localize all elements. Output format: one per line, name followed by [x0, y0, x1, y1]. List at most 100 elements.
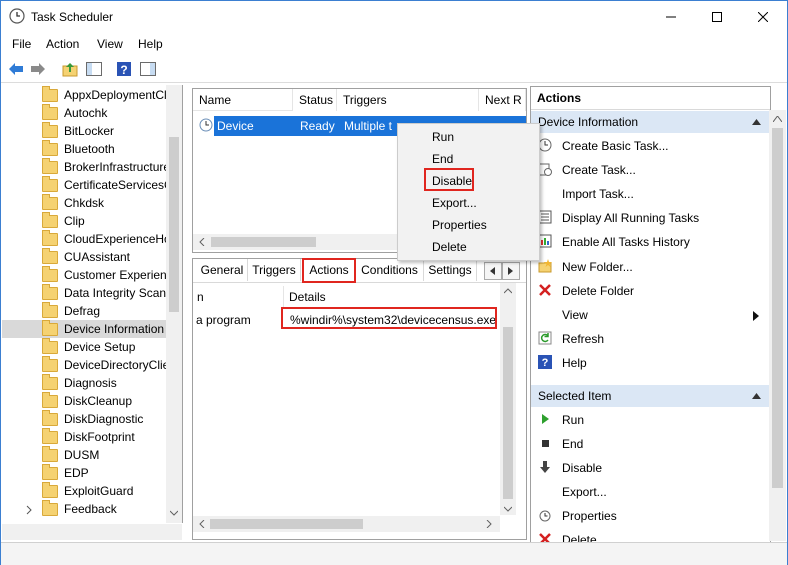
tree-item[interactable]: CUAssistant: [2, 248, 172, 266]
tree-item[interactable]: Data Integrity Scan: [2, 284, 172, 302]
action-new-folder[interactable]: New Folder...: [531, 255, 763, 279]
action-label: Disable: [562, 461, 603, 475]
action-create-basic-task[interactable]: Create Basic Task...: [531, 134, 763, 158]
detail-hscroll-thumb[interactable]: [210, 519, 363, 529]
scroll-down-arrow-icon[interactable]: [504, 505, 512, 513]
group-selected-item[interactable]: Selected Item: [531, 385, 770, 407]
action-display-running-tasks[interactable]: Display All Running Tasks: [531, 206, 763, 230]
action-disable[interactable]: Disable: [531, 456, 763, 480]
actions-scroll-thumb[interactable]: [772, 128, 783, 488]
group-device-information[interactable]: Device Information: [531, 111, 770, 133]
action-label: Export...: [562, 485, 607, 499]
tree-item[interactable]: Autochk: [2, 104, 172, 122]
tree-item[interactable]: DiskDiagnostic: [2, 410, 172, 428]
up-folder-icon[interactable]: [61, 60, 79, 78]
tab-scroll-right[interactable]: [502, 262, 520, 280]
col-next-run[interactable]: Next R: [479, 89, 526, 111]
help-icon[interactable]: ?: [115, 60, 133, 78]
tree-item[interactable]: Defrag: [2, 302, 172, 320]
menu-file[interactable]: File: [12, 37, 31, 51]
tree-item[interactable]: EDP: [2, 464, 172, 482]
action-properties[interactable]: Properties: [531, 504, 763, 528]
tree-scroll-thumb[interactable]: [169, 137, 179, 312]
actions-vscrollbar[interactable]: [769, 110, 786, 541]
scroll-down-arrow-icon[interactable]: [170, 509, 178, 517]
tree-item[interactable]: DUSM: [2, 446, 172, 464]
action-details-highlight: [281, 307, 497, 329]
action-export[interactable]: Export...: [531, 480, 763, 504]
scroll-up-arrow-icon[interactable]: [504, 287, 512, 295]
tree-item[interactable]: BrokerInfrastructure: [2, 158, 172, 176]
tree-item[interactable]: Diagnosis: [2, 374, 172, 392]
task-list-scroll-thumb[interactable]: [211, 237, 316, 247]
close-button[interactable]: [740, 1, 786, 33]
tree-item[interactable]: DeviceDirectoryClie: [2, 356, 172, 374]
expand-chevron-icon[interactable]: [25, 505, 33, 515]
tree-item[interactable]: Clip: [2, 212, 172, 230]
tree-item[interactable]: Chkdsk: [2, 194, 172, 212]
tree-item[interactable]: DiskFootprint: [2, 428, 172, 446]
tree-item[interactable]: Device Information: [2, 320, 172, 338]
tab-triggers[interactable]: Triggers: [248, 259, 301, 281]
folder-icon: [42, 320, 58, 336]
show-hide-action-pane-icon[interactable]: [139, 60, 157, 78]
tree-scrollbar[interactable]: [166, 85, 182, 523]
clock-icon: [9, 8, 25, 24]
status-bar: [1, 542, 787, 565]
tree-item[interactable]: DiskCleanup: [2, 392, 172, 410]
forward-arrow-icon[interactable]: [29, 60, 47, 78]
scroll-up-arrow-icon[interactable]: [773, 116, 782, 122]
maximize-button[interactable]: [694, 1, 740, 33]
tree-item[interactable]: BitLocker: [2, 122, 172, 140]
col-status[interactable]: Status: [293, 89, 337, 111]
show-hide-console-tree-icon[interactable]: [85, 60, 103, 78]
action-label: Properties: [562, 509, 617, 523]
tree-horizontal-scrollbar[interactable]: [2, 524, 182, 540]
col-triggers[interactable]: Triggers: [337, 89, 479, 111]
action-end[interactable]: End: [531, 432, 763, 456]
folder-icon: [42, 230, 58, 246]
tree-item[interactable]: Bluetooth: [2, 140, 172, 158]
tree-item-label: Device Setup: [64, 340, 136, 354]
submenu-arrow-icon: [753, 310, 759, 324]
tree-item-label: BitLocker: [64, 124, 115, 138]
action-enable-history[interactable]: Enable All Tasks History: [531, 230, 763, 254]
tab-conditions[interactable]: Conditions: [356, 259, 424, 281]
action-refresh[interactable]: Refresh: [531, 327, 763, 351]
scroll-right-arrow-icon[interactable]: [485, 520, 493, 528]
action-help[interactable]: ? Help: [531, 351, 763, 375]
menu-action[interactable]: Action: [46, 37, 79, 51]
detail-hscrollbar[interactable]: [193, 516, 500, 532]
detail-scroll-thumb[interactable]: [503, 327, 513, 499]
col-name[interactable]: Name: [193, 89, 293, 111]
action-label: New Folder...: [562, 260, 633, 274]
action-delete[interactable]: Delete: [531, 528, 763, 542]
ctx-properties[interactable]: Properties: [432, 218, 487, 232]
folder-icon: [42, 446, 58, 462]
tab-scroll-left[interactable]: [484, 262, 502, 280]
scroll-left-arrow-icon[interactable]: [198, 238, 206, 246]
tree-item[interactable]: ExploitGuard: [2, 482, 172, 500]
action-import-task[interactable]: Import Task...: [531, 182, 763, 206]
tree-item[interactable]: Device Setup: [2, 338, 172, 356]
tree-item[interactable]: Customer Experienc: [2, 266, 173, 284]
tree-item[interactable]: AppxDeploymentCl: [2, 86, 172, 104]
action-create-task[interactable]: Create Task...: [531, 158, 763, 182]
minimize-button[interactable]: [648, 1, 694, 33]
action-delete-folder[interactable]: Delete Folder: [531, 279, 763, 303]
back-arrow-icon[interactable]: [7, 60, 25, 78]
tree-item[interactable]: CloudExperienceHo: [2, 230, 172, 248]
menu-help[interactable]: Help: [138, 37, 163, 51]
ctx-delete[interactable]: Delete: [432, 240, 467, 254]
tab-general[interactable]: General: [197, 259, 248, 281]
tab-settings[interactable]: Settings: [424, 259, 477, 281]
tree-item[interactable]: CertificateServicesC: [2, 176, 173, 194]
scroll-left-arrow-icon[interactable]: [198, 520, 206, 528]
ctx-run[interactable]: Run: [432, 130, 454, 144]
detail-vscrollbar[interactable]: [500, 283, 516, 515]
action-run[interactable]: Run: [531, 408, 763, 432]
ctx-export[interactable]: Export...: [432, 196, 477, 210]
action-view[interactable]: View: [531, 303, 763, 327]
menu-view[interactable]: View: [97, 37, 123, 51]
ctx-end[interactable]: End: [432, 152, 453, 166]
